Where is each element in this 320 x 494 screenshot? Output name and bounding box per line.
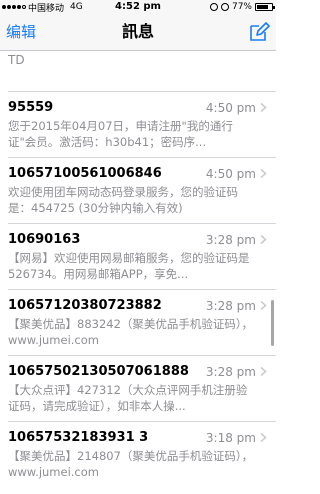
status-right: 77% bbox=[209, 0, 275, 14]
message-preview: 【聚美优品】883242（聚美优品手机验证码），www.jumei.com bbox=[8, 317, 254, 347]
message-time: 4:50 pm bbox=[205, 101, 256, 115]
list-item[interactable]: 10657532183931 3 3:18 pm 【聚美优品】214807（聚美… bbox=[8, 422, 276, 488]
list-item[interactable]: 10657502130507061888 3:28 pm 【大众点评】42731… bbox=[8, 356, 276, 422]
message-sender: 95559 bbox=[8, 100, 54, 115]
messages-screen: 中国移动 4G 4:52 pm 77% 编辑 訊息 TD 95559 4:50 … bbox=[0, 0, 276, 494]
chevron-right-icon bbox=[260, 301, 267, 310]
message-sender: 10657532183931 3 bbox=[8, 430, 149, 445]
status-bar: 中国移动 4G 4:52 pm 77% bbox=[0, 0, 276, 14]
message-time: 3:28 pm bbox=[205, 365, 256, 379]
list-item-partial[interactable]: TD bbox=[8, 51, 276, 92]
alarm-icon bbox=[220, 3, 229, 11]
message-time: 4:50 pm bbox=[205, 167, 256, 181]
message-time: 3:28 pm bbox=[205, 233, 256, 247]
scrollbar[interactable] bbox=[271, 300, 274, 346]
chevron-right-icon bbox=[260, 433, 267, 442]
list-item[interactable]: 10657120380723882 3:28 pm 【聚美优品】883242（聚… bbox=[8, 290, 276, 356]
message-time: 3:28 pm bbox=[205, 299, 256, 313]
message-preview: 欢迎使用团车网动态码登录服务，您的验证码是：454725 (30分钟内输入有效) bbox=[8, 185, 238, 215]
message-time: 3:18 pm bbox=[205, 431, 256, 445]
message-preview: 【网易】欢迎使用网易邮箱服务，您的验证码是526734。用网易邮箱APP，享免.… bbox=[8, 251, 250, 281]
edit-button[interactable]: 编辑 bbox=[6, 14, 36, 50]
message-preview: 【聚美优品】214807（聚美优品手机验证码），www.jumei.com bbox=[8, 449, 254, 479]
message-preview: 您于2015年04月07日，申请注册"我的通行证"会员。激活码：h30b41；密… bbox=[8, 119, 233, 149]
message-preview: 【大众点评】427312（大众点评网手机注册验证码，请完成验证），如非本人操..… bbox=[8, 383, 248, 413]
message-list: TD 95559 4:50 pm 您于2015年04月07日，申请注册"我的通行… bbox=[0, 51, 276, 488]
message-sender: 10657100561006846 bbox=[8, 166, 162, 181]
chevron-right-icon bbox=[260, 367, 267, 376]
message-sender: 10657502130507061888 bbox=[8, 364, 189, 379]
chevron-right-icon bbox=[260, 235, 267, 244]
chevron-right-icon bbox=[260, 169, 267, 178]
page-title: 訊息 bbox=[121, 22, 154, 41]
battery-fill bbox=[257, 5, 268, 9]
navigation-bar: 编辑 訊息 bbox=[0, 14, 276, 51]
list-item[interactable]: 95559 4:50 pm 您于2015年04月07日，申请注册"我的通行证"会… bbox=[8, 92, 276, 158]
message-preview: TD bbox=[8, 53, 25, 67]
chevron-right-icon bbox=[260, 103, 267, 112]
compose-icon[interactable] bbox=[248, 21, 270, 43]
message-sender: 10690163 bbox=[8, 232, 81, 247]
list-item[interactable]: 10657100561006846 4:50 pm 欢迎使用团车网动态码登录服务… bbox=[8, 158, 276, 224]
battery-icon bbox=[255, 3, 275, 11]
battery-percent: 77% bbox=[231, 2, 252, 12]
list-item[interactable]: 10690163 3:28 pm 【网易】欢迎使用网易邮箱服务，您的验证码是52… bbox=[8, 224, 276, 290]
rotation-lock-icon bbox=[209, 3, 218, 11]
message-sender: 10657120380723882 bbox=[8, 298, 162, 313]
